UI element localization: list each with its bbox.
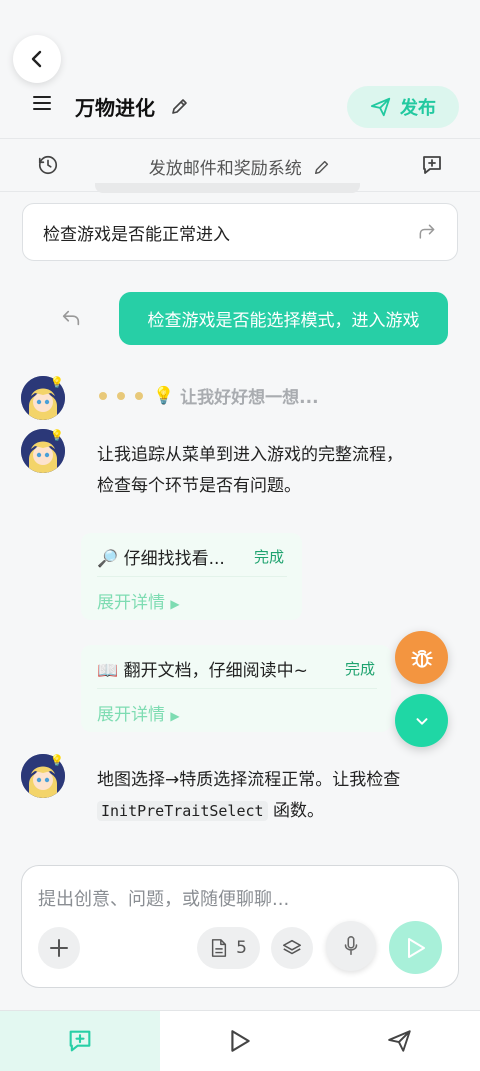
tool-title: 翻开文档，仔细阅读中~ (123, 661, 308, 681)
send-button[interactable] (389, 921, 442, 974)
divider (97, 688, 377, 689)
debug-button[interactable] (395, 631, 448, 684)
suggestion-text: 检查游戏是否能正常进入 (43, 224, 230, 245)
send-icon (388, 1030, 411, 1052)
caret-right-icon: ▶ (170, 709, 180, 723)
publish-label: 发布 (400, 98, 436, 119)
expand-label: 展开详情 (97, 705, 165, 725)
voice-button[interactable] (326, 921, 376, 971)
tab-run[interactable] (160, 1011, 320, 1071)
assistant-message: 让我追踪从菜单到进入游戏的完整流程， 检查每个环节是否有问题。 (97, 440, 457, 502)
files-button[interactable]: 5 (197, 927, 260, 969)
suggestion-card[interactable]: 检查游戏是否能正常进入 (22, 203, 458, 261)
caret-right-icon: ▶ (170, 597, 180, 611)
play-icon (407, 937, 425, 958)
file-count: 5 (236, 938, 247, 958)
assistant-message: 地图选择→特质选择流程正常。让我检查 InitPreTraitSelect 函数… (97, 765, 457, 827)
assistant-message-line: 地图选择→特质选择流程正常。让我检查 (97, 770, 401, 790)
inline-code: InitPreTraitSelect (97, 801, 268, 821)
magnifier-icon: 🔎 (97, 549, 119, 569)
tool-status: 完成 (345, 660, 376, 678)
tool-card: 🔎 仔细找找看... 完成 展开详情 ▶ (81, 533, 302, 620)
session-title: 发放邮件和奖励系统 (148, 159, 302, 179)
tool-title-row: 🔎 仔细找找看... (97, 544, 225, 569)
session-title-row[interactable]: 发放邮件和奖励系统 (0, 154, 480, 179)
tool-title: 仔细找找看... (123, 549, 225, 569)
assistant-message-line-2: InitPreTraitSelect 函数。 (97, 796, 457, 827)
tool-status: 完成 (254, 548, 285, 566)
bottom-nav (0, 1010, 480, 1071)
expand-details-button[interactable]: 展开详情 ▶ (97, 588, 180, 613)
microphone-icon (344, 936, 358, 956)
bulb-badge-icon: 💡 (50, 429, 64, 442)
chat-plus-icon (69, 1030, 91, 1052)
new-chat-icon[interactable] (420, 153, 444, 181)
user-message-bubble: 检查游戏是否能选择模式，进入游戏 (119, 292, 448, 345)
plus-icon (50, 939, 68, 957)
send-icon (370, 97, 391, 117)
tab-publish[interactable] (320, 1011, 480, 1071)
chevron-left-icon (31, 50, 42, 68)
assistant-message-suffix: 函数。 (272, 801, 324, 821)
bulb-badge-icon: 💡 (50, 376, 64, 389)
play-icon (231, 1030, 250, 1052)
tool-card: 📖 翻开文档，仔细阅读中~ 完成 展开详情 ▶ (81, 645, 391, 732)
undo-icon[interactable] (60, 307, 82, 333)
book-icon: 📖 (97, 661, 119, 681)
menu-icon[interactable] (32, 93, 52, 117)
document-icon (211, 939, 227, 957)
project-title: 万物进化 (75, 96, 155, 120)
divider (97, 576, 287, 577)
publish-button[interactable]: 发布 (347, 86, 459, 128)
bulb-badge-icon: 💡 (50, 754, 64, 767)
assistant-message-line: 让我追踪从菜单到进入游戏的完整流程， (97, 445, 403, 465)
scroll-down-button[interactable] (395, 694, 448, 747)
thinking-dot (117, 391, 125, 400)
bug-icon (410, 649, 433, 668)
edit-title-icon[interactable] (170, 96, 190, 120)
back-button[interactable] (13, 35, 61, 83)
layers-button[interactable] (271, 927, 313, 969)
lightbulb-icon: 💡 (153, 385, 175, 406)
chevron-down-icon (416, 717, 427, 725)
user-message-text: 检查游戏是否能选择模式，进入游戏 (147, 311, 420, 331)
message-input[interactable]: 提出创意、问题，或随便聊聊... (38, 885, 289, 911)
add-button[interactable] (38, 927, 80, 969)
tool-title-row: 📖 翻开文档，仔细阅读中~ (97, 656, 308, 681)
thinking-indicator: 💡 让我好好想一想... (99, 383, 319, 408)
expand-details-button[interactable]: 展开详情 ▶ (97, 700, 180, 725)
expand-label: 展开详情 (97, 593, 165, 613)
assistant-message-line: 检查每个环节是否有问题。 (97, 476, 301, 496)
edit-session-icon (315, 160, 329, 175)
thinking-text: 让我好好想一想... (180, 388, 319, 408)
tab-chat[interactable] (0, 1011, 160, 1071)
layers-icon (282, 939, 302, 955)
thinking-dot (99, 391, 107, 400)
share-arrow-icon (419, 224, 435, 239)
scrolled-message-fragment (95, 183, 360, 193)
thinking-dot (135, 391, 143, 400)
